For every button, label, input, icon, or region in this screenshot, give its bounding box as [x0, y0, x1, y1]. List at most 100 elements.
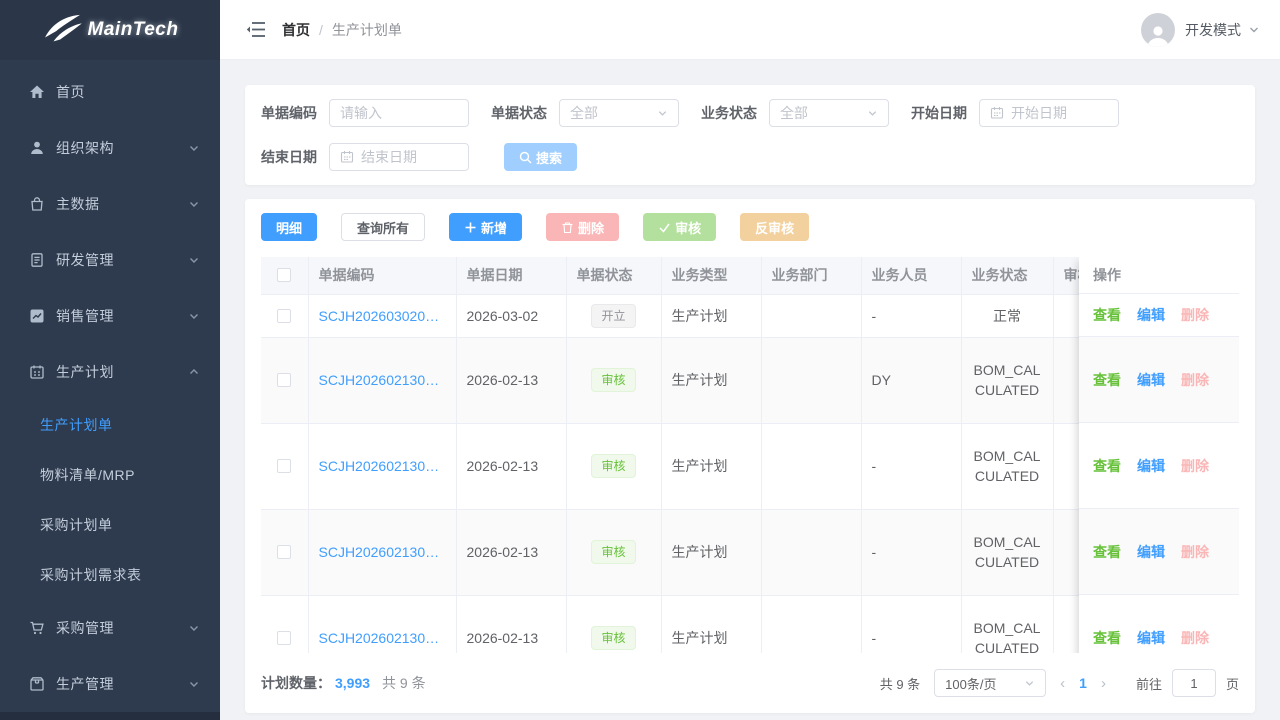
- doc-code-link[interactable]: SCJH20260213002...: [319, 630, 446, 646]
- biz-status-cell: BOM_CALCULATED: [961, 337, 1053, 423]
- breadcrumb-home[interactable]: 首页: [282, 20, 310, 40]
- sidebar-item-label: 首页: [56, 82, 200, 102]
- submenu-item-label: 生产计划单: [40, 415, 113, 435]
- sidebar-item-label: 生产管理: [56, 674, 188, 694]
- edit-link[interactable]: 编辑: [1137, 542, 1165, 562]
- doc-code-link[interactable]: SCJH20260213004...: [319, 458, 446, 474]
- chevron-up-icon: [188, 366, 200, 378]
- view-link[interactable]: 查看: [1093, 628, 1121, 648]
- row-checkbox[interactable]: [277, 631, 291, 645]
- doc-date-cell: 2026-02-13: [456, 509, 566, 595]
- current-page[interactable]: 1: [1079, 675, 1087, 691]
- goto-unit-label: 页: [1226, 674, 1239, 693]
- goto-page-input[interactable]: [1172, 669, 1216, 697]
- prev-page-button[interactable]: ‹: [1046, 676, 1079, 691]
- next-page-button[interactable]: ›: [1087, 676, 1120, 691]
- biz-status-cell: BOM_CALCULATED: [961, 509, 1053, 595]
- view-link[interactable]: 查看: [1093, 542, 1121, 562]
- cart-icon: [28, 620, 45, 637]
- end-date-picker[interactable]: 结束日期: [329, 143, 469, 171]
- biz-status-select[interactable]: 全部: [769, 99, 889, 127]
- end-date-placeholder: 结束日期: [361, 147, 417, 167]
- biz-person-cell: -: [861, 509, 961, 595]
- edit-link[interactable]: 编辑: [1137, 456, 1165, 476]
- top-bar: 首页 / 生产计划单 开发模式: [220, 0, 1280, 60]
- sidebar-item-purchasing[interactable]: 采购管理: [0, 600, 220, 656]
- unaudit-button[interactable]: 反审核: [740, 213, 809, 241]
- filter-doc-code: 单据编码: [261, 99, 469, 127]
- doc-code-link[interactable]: SCJH20260213005...: [319, 372, 446, 388]
- detail-button[interactable]: 明细: [261, 213, 317, 241]
- col-doc-code: 单据编码: [308, 257, 456, 294]
- start-date-picker[interactable]: 开始日期: [979, 99, 1119, 127]
- row-checkbox[interactable]: [277, 373, 291, 387]
- app-logo: MainTech: [0, 0, 220, 60]
- sidebar-item-sales[interactable]: 销售管理: [0, 288, 220, 344]
- bird-logo-icon: [42, 13, 84, 47]
- sidebar-item-org[interactable]: 组织架构: [0, 120, 220, 176]
- sidebar-item-purchase-plan-demand[interactable]: 采购计划需求表: [0, 550, 220, 600]
- calendar-icon: [990, 106, 1004, 120]
- chevron-down-icon: [188, 142, 200, 154]
- sidebar-item-production-mgmt[interactable]: 生产管理: [0, 656, 220, 712]
- col-doc-status: 单据状态: [566, 257, 661, 294]
- view-link[interactable]: 查看: [1093, 370, 1121, 390]
- search-button[interactable]: 搜索: [504, 143, 577, 171]
- doc-date-cell: 2026-02-13: [456, 337, 566, 423]
- chevron-down-icon: [1248, 24, 1260, 36]
- table-row: SCJH20260213005... 2026-02-13 审核 生产计划 DY…: [261, 337, 1143, 423]
- select-all-checkbox[interactable]: [277, 268, 291, 282]
- doc-code-input[interactable]: [329, 99, 469, 127]
- table-row: SCJH20260213003... 2026-02-13 审核 生产计划 - …: [261, 509, 1143, 595]
- doc-code-label: 单据编码: [261, 103, 317, 123]
- edit-link[interactable]: 编辑: [1137, 370, 1165, 390]
- view-link[interactable]: 查看: [1093, 456, 1121, 476]
- add-button[interactable]: 新增: [449, 213, 522, 241]
- doc-date-cell: 2026-03-02: [456, 294, 566, 337]
- filter-row-2: 结束日期 结束日期 搜索: [261, 143, 1239, 171]
- sidebar-item-rnd[interactable]: 研发管理: [0, 232, 220, 288]
- trash-icon: [561, 221, 574, 234]
- sidebar-item-home[interactable]: 首页: [0, 64, 220, 120]
- delete-link[interactable]: 删除: [1181, 628, 1209, 648]
- plan-count: 计划数量： 3,993 共 9 条: [261, 673, 426, 693]
- submenu-item-label: 物料清单/MRP: [40, 465, 135, 485]
- sidebar-item-purchase-plan-order[interactable]: 采购计划单: [0, 500, 220, 550]
- col-biz-status: 业务状态: [961, 257, 1053, 294]
- doc-status-select[interactable]: 全部: [559, 99, 679, 127]
- doc-code-link[interactable]: SCJH20260213003...: [319, 544, 446, 560]
- sidebar-item-production-plan[interactable]: 生产计划: [0, 344, 220, 400]
- edit-link[interactable]: 编辑: [1137, 628, 1165, 648]
- edit-link[interactable]: 编辑: [1137, 305, 1165, 325]
- doc-code-link[interactable]: SCJH20260302001...: [319, 308, 446, 324]
- logo-text: MainTech: [88, 19, 179, 41]
- biz-status-cell: 正常: [961, 294, 1053, 337]
- start-date-placeholder: 开始日期: [1011, 103, 1067, 123]
- biz-type-cell: 生产计划: [661, 337, 761, 423]
- sidebar-item-label: 组织架构: [56, 138, 188, 158]
- sidebar-item-bom-mrp[interactable]: 物料清单/MRP: [0, 450, 220, 500]
- chevron-down-icon: [657, 108, 668, 119]
- row-checkbox[interactable]: [277, 309, 291, 323]
- sidebar-item-production-plan-order[interactable]: 生产计划单: [0, 400, 220, 450]
- delete-link[interactable]: 删除: [1181, 370, 1209, 390]
- user-menu[interactable]: 开发模式: [1141, 13, 1260, 47]
- plan-count-total: 共 9 条: [382, 673, 426, 693]
- search-icon: [519, 151, 532, 164]
- row-operations: 查看 编辑 删除: [1079, 595, 1239, 653]
- sidebar-fold-icon[interactable]: [246, 21, 266, 38]
- biz-type-cell: 生产计划: [661, 595, 761, 653]
- row-checkbox[interactable]: [277, 459, 291, 473]
- delete-link[interactable]: 删除: [1181, 542, 1209, 562]
- page-size-select[interactable]: 100条/页: [934, 669, 1046, 697]
- sidebar-item-master-data[interactable]: 主数据: [0, 176, 220, 232]
- delete-button[interactable]: 删除: [546, 213, 619, 241]
- row-checkbox[interactable]: [277, 545, 291, 559]
- biz-type-cell: 生产计划: [661, 509, 761, 595]
- view-link[interactable]: 查看: [1093, 305, 1121, 325]
- end-date-label: 结束日期: [261, 147, 317, 167]
- audit-button[interactable]: 审核: [643, 213, 716, 241]
- delete-link[interactable]: 删除: [1181, 456, 1209, 476]
- delete-link[interactable]: 删除: [1181, 305, 1209, 325]
- query-all-button[interactable]: 查询所有: [341, 213, 425, 241]
